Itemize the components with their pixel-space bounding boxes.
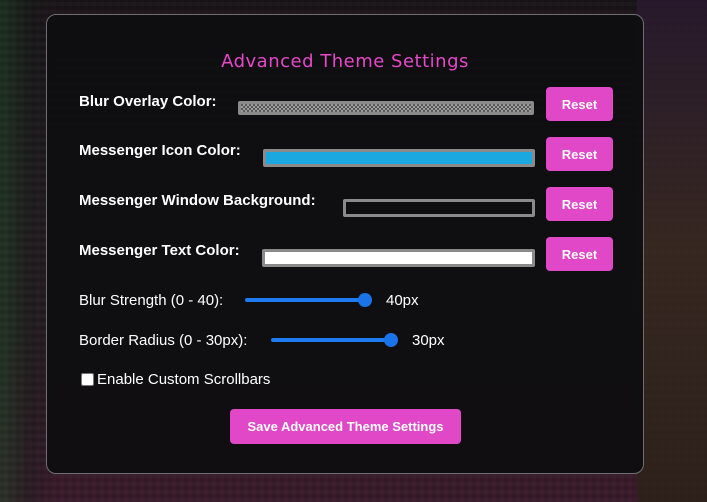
blur-strength-thumb[interactable] [358,293,372,307]
messenger-icon-color-input[interactable] [263,149,535,167]
border-radius-track [271,338,391,342]
messenger-window-background-label: Messenger Window Background: [79,192,316,209]
messenger-window-background-input[interactable] [343,199,535,217]
border-radius-value: 30px [412,332,445,349]
messenger-text-color-label: Messenger Text Color: [79,242,240,259]
messenger-text-color-input[interactable] [262,249,535,267]
blur-strength-label: Blur Strength (0 - 40): [79,292,224,309]
blur-strength-track [245,298,365,302]
border-radius-slider[interactable] [271,331,399,349]
background-scene [637,0,707,502]
blur-strength-value: 40px [386,292,419,309]
enable-custom-scrollbars-label[interactable]: Enable Custom Scrollbars [97,371,270,388]
reset-blur-overlay-color-button[interactable]: Reset [546,87,613,121]
blur-overlay-color-label: Blur Overlay Color: [79,93,217,110]
advanced-theme-settings-panel: Advanced Theme Settings Blur Overlay Col… [46,14,644,474]
enable-custom-scrollbars-checkbox[interactable] [81,373,94,386]
save-advanced-theme-settings-button[interactable]: Save Advanced Theme Settings [230,409,461,444]
border-radius-thumb[interactable] [384,333,398,347]
blur-strength-slider[interactable] [245,291,373,309]
reset-messenger-window-background-button[interactable]: Reset [546,187,613,221]
messenger-icon-color-label: Messenger Icon Color: [79,142,241,159]
reset-messenger-text-color-button[interactable]: Reset [546,237,613,271]
blur-overlay-color-input[interactable] [238,101,534,115]
panel-title: Advanced Theme Settings [221,51,469,72]
border-radius-label: Border Radius (0 - 30px): [79,332,248,349]
reset-messenger-icon-color-button[interactable]: Reset [546,137,613,171]
